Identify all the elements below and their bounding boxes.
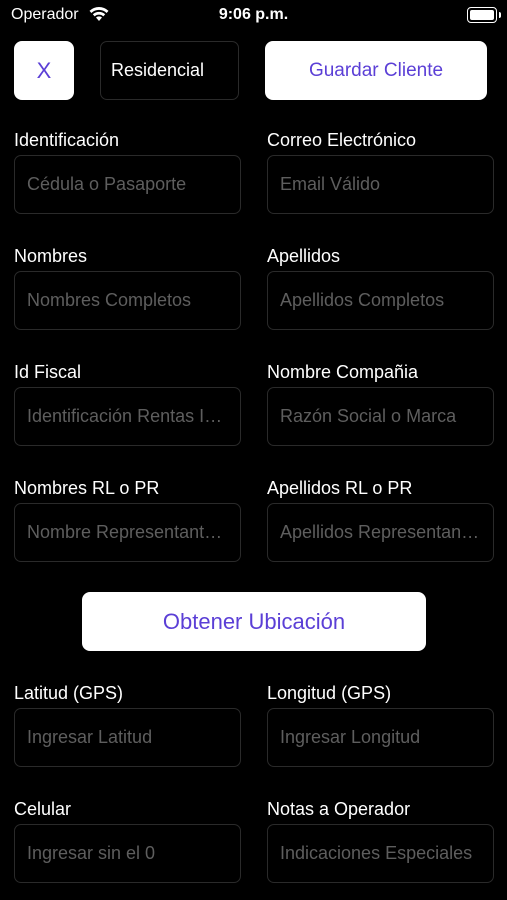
battery-icon: [467, 7, 501, 23]
last-names-field[interactable]: [267, 271, 494, 330]
email-input[interactable]: [278, 173, 485, 196]
mobile-input[interactable]: [25, 842, 232, 865]
first-names-field[interactable]: [14, 271, 241, 330]
id-input[interactable]: [25, 173, 232, 196]
company-name-input[interactable]: [278, 405, 485, 428]
longitude-field[interactable]: [267, 708, 494, 767]
first-names-input[interactable]: [25, 289, 232, 312]
rep-last-names-input[interactable]: [278, 521, 485, 544]
id-label: Identificación: [14, 130, 120, 150]
get-location-button[interactable]: Obtener Ubicación: [82, 592, 426, 651]
save-client-button[interactable]: Guardar Cliente: [265, 41, 487, 100]
rep-names-field[interactable]: [14, 503, 241, 562]
first-names-label: Nombres: [14, 246, 88, 266]
status-bar: Operador 9:06 p.m.: [0, 0, 507, 32]
email-label: Correo Electrónico: [267, 130, 417, 150]
company-name-field[interactable]: [267, 387, 494, 446]
operator-notes-input[interactable]: [278, 842, 485, 865]
mobile-label: Celular: [14, 799, 72, 819]
clock: 9:06 p.m.: [218, 6, 289, 23]
latitude-field[interactable]: [14, 708, 241, 767]
id-field[interactable]: [14, 155, 241, 214]
operator-notes-label: Notas a Operador: [267, 799, 411, 819]
last-names-input[interactable]: [278, 289, 485, 312]
rep-names-label: Nombres RL o PR: [14, 478, 160, 498]
rep-names-input[interactable]: [25, 521, 232, 544]
tax-id-label: Id Fiscal: [14, 362, 82, 382]
company-name-label: Nombre Compañia: [267, 362, 419, 382]
client-type-selector[interactable]: Residencial: [100, 41, 239, 100]
rep-last-names-label: Apellidos RL o PR: [267, 478, 413, 498]
tax-id-field[interactable]: [14, 387, 241, 446]
email-field[interactable]: [267, 155, 494, 214]
mobile-field[interactable]: [14, 824, 241, 883]
last-names-label: Apellidos: [267, 246, 341, 266]
latitude-label: Latitud (GPS): [14, 683, 124, 703]
longitude-label: Longitud (GPS): [267, 683, 392, 703]
close-button[interactable]: X: [14, 41, 74, 100]
rep-last-names-field[interactable]: [267, 503, 494, 562]
longitude-input[interactable]: [278, 726, 485, 749]
operator-notes-field[interactable]: [267, 824, 494, 883]
latitude-input[interactable]: [25, 726, 232, 749]
tax-id-input[interactable]: [25, 405, 232, 428]
